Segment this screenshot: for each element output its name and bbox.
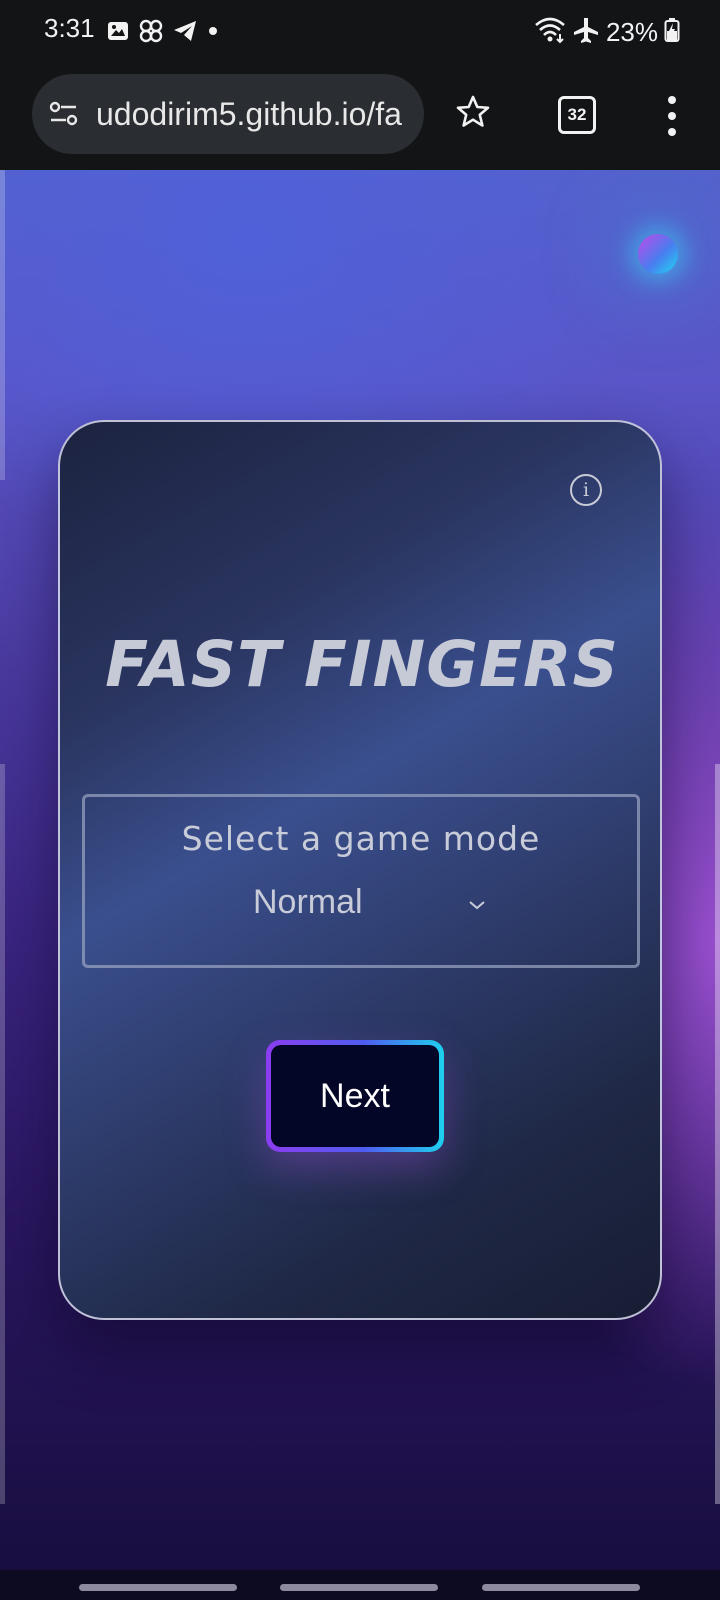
scroll-edge-left-bottom — [0, 764, 5, 1504]
tabs-icon[interactable]: 32 — [558, 96, 596, 134]
battery-charging-icon — [664, 17, 680, 47]
web-page: i FAST FINGERS Select a game mode Normal… — [0, 170, 720, 1570]
game-mode-panel: Select a game mode Normal — [82, 794, 640, 968]
chevron-down-icon[interactable] — [467, 897, 487, 916]
navigation-bar — [0, 1570, 720, 1600]
gallery-icon — [106, 19, 130, 47]
telegram-icon — [172, 19, 198, 47]
notification-icons — [106, 18, 220, 48]
airplane-icon — [572, 16, 600, 48]
dot-icon — [206, 19, 220, 47]
browser-toolbar: udodirim5.github.io/fa — [0, 64, 720, 170]
status-bar: 3:31 23% — [0, 0, 720, 64]
address-bar[interactable]: udodirim5.github.io/fa — [32, 74, 424, 154]
menu-icon[interactable] — [664, 96, 680, 136]
next-button[interactable]: Next — [266, 1040, 444, 1152]
nav-handle-right[interactable] — [482, 1584, 640, 1591]
info-icon[interactable]: i — [570, 474, 602, 506]
site-settings-icon[interactable] — [48, 100, 80, 132]
url-text[interactable]: udodirim5.github.io/fa — [96, 96, 412, 133]
wifi-icon — [534, 16, 566, 48]
selected-mode[interactable]: Normal — [253, 883, 363, 922]
system-icons: 23% — [534, 16, 680, 48]
mode-select[interactable]: Normal — [235, 881, 495, 931]
game-title: FAST FINGERS — [105, 628, 619, 701]
mode-label: Select a game mode — [181, 819, 541, 858]
star-icon[interactable] — [455, 94, 491, 134]
game-card: i FAST FINGERS Select a game mode Normal… — [58, 420, 662, 1320]
pinwheel-icon — [138, 18, 164, 48]
nav-handle-left[interactable] — [79, 1584, 237, 1591]
scroll-edge-right — [715, 764, 720, 1504]
scroll-edge-left-top — [0, 170, 5, 480]
nav-handle-center[interactable] — [280, 1584, 438, 1591]
glow-orb — [638, 234, 678, 274]
battery-percent: 23% — [605, 16, 658, 47]
next-button-label[interactable]: Next — [271, 1045, 439, 1147]
status-time: 3:31 — [44, 13, 95, 43]
